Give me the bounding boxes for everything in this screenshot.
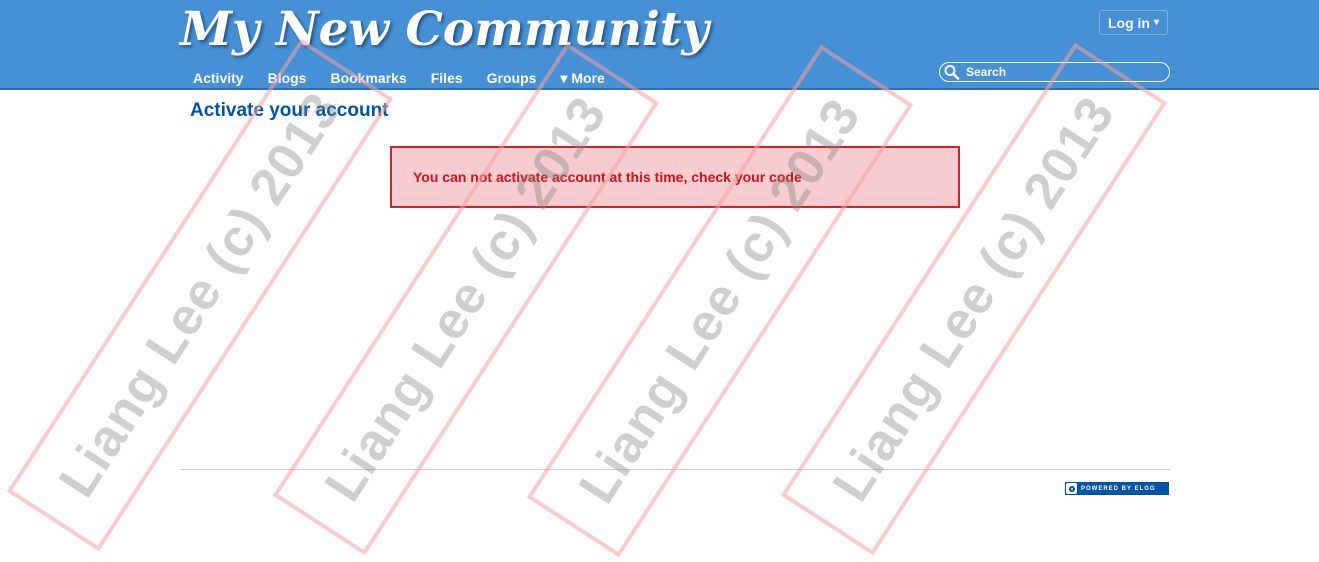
search-input[interactable]: [966, 64, 1156, 80]
nav-item-groups[interactable]: Groups: [475, 70, 549, 87]
top-bar: My New Community Activity Blogs Bookmark…: [0, 0, 1319, 90]
nav-item-blogs[interactable]: Blogs: [256, 70, 319, 87]
login-label: Log in: [1107, 14, 1150, 31]
footer-divider: [180, 469, 1170, 470]
nav-item-bookmarks[interactable]: Bookmarks: [318, 70, 418, 87]
search-icon: [944, 65, 960, 80]
search-box[interactable]: [939, 62, 1170, 82]
site-title[interactable]: My New Community: [180, 2, 709, 57]
nav-item-files[interactable]: Files: [419, 70, 475, 87]
login-button[interactable]: Log in ▾: [1099, 10, 1168, 35]
error-message[interactable]: You can not activate account at this tim…: [390, 146, 960, 208]
nav-item-more[interactable]: ▾ More: [548, 70, 616, 87]
powered-label: POWERED BY ELGG: [1081, 485, 1156, 492]
watermark-stamp: Liang Lee (c) 2013: [780, 42, 1168, 556]
main-nav: Activity Blogs Bookmarks Files Groups ▾ …: [181, 70, 617, 87]
nav-item-activity[interactable]: Activity: [181, 70, 256, 87]
caret-down-icon: ▾: [1153, 17, 1160, 28]
powered-by-elgg-badge[interactable]: POWERED BY ELGG: [1065, 482, 1169, 495]
watermark-stamp: Liang Lee (c) 2013: [526, 44, 914, 558]
page-title: Activate your account: [190, 100, 389, 121]
elgg-logo-icon: [1066, 483, 1077, 494]
watermark-text: Liang Lee (c) 2013: [48, 82, 352, 508]
